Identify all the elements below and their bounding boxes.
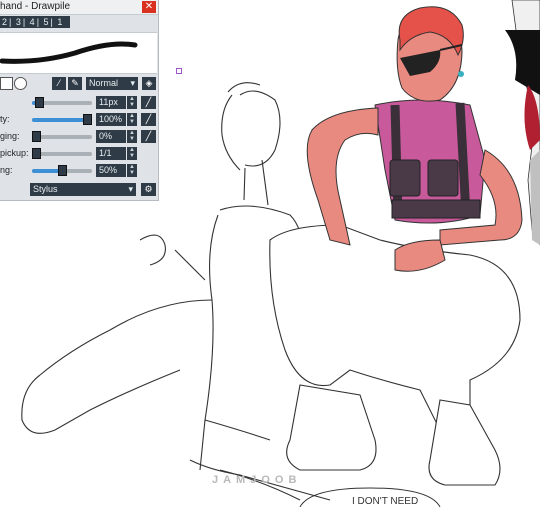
eyedropper-icon[interactable]: ⁄ bbox=[52, 77, 66, 90]
size-row: 11px ▲ ▼ ╱ bbox=[0, 95, 158, 111]
color-pickup-slider[interactable] bbox=[32, 148, 92, 159]
pen-pressure-icon[interactable]: ╱ bbox=[141, 130, 156, 143]
smudging-row: ging: 0% ▲ ▼ ╱ bbox=[0, 129, 158, 145]
cursor-indicator bbox=[176, 68, 182, 74]
brush-slot[interactable]: 2 bbox=[0, 16, 9, 28]
brush-slot-bar: 2| 3| 4| 5| 1 ✎ bbox=[0, 16, 70, 39]
color-pickup-label: pickup: bbox=[0, 148, 29, 158]
tool-settings-panel: hand - Drawpile ✕ 2| 3| 4| 5| 1 ✎ ⁄ ✎ No… bbox=[0, 0, 159, 201]
brush-slot[interactable]: 3 bbox=[14, 16, 23, 28]
brush-slot[interactable]: 5 bbox=[42, 16, 51, 28]
color-pickup-spinner[interactable]: ▲ ▼ bbox=[127, 147, 137, 160]
spacing-row: ng: 50% ▲ ▼ bbox=[0, 163, 158, 179]
opacity-slider[interactable] bbox=[32, 114, 92, 125]
opacity-label: ty: bbox=[0, 114, 10, 124]
blend-mode-select[interactable]: Normal bbox=[86, 77, 138, 90]
colored-character bbox=[269, 6, 523, 486]
pen-pressure-icon[interactable]: ╱ bbox=[141, 96, 156, 109]
brush-tool-row: ⁄ ✎ Normal ◈ bbox=[0, 76, 158, 92]
brush-stroke-preview bbox=[0, 32, 157, 74]
speech-text: I DON'T NEED bbox=[352, 496, 419, 507]
brush-slot[interactable]: 1 bbox=[55, 16, 64, 28]
spacing-slider[interactable] bbox=[32, 165, 92, 176]
smudging-label: ging: bbox=[0, 131, 20, 141]
spacing-label: ng: bbox=[0, 165, 13, 175]
size-value[interactable]: 11px bbox=[96, 96, 126, 109]
size-slider[interactable] bbox=[32, 97, 92, 108]
tablet-settings-icon[interactable]: ⚙ bbox=[141, 183, 156, 196]
color-pickup-row: pickup: 1/1 ▲ ▼ bbox=[0, 146, 158, 162]
square-brush-icon[interactable] bbox=[0, 77, 13, 90]
size-spinner[interactable]: ▲ ▼ bbox=[127, 96, 137, 109]
opacity-row: ty: 100% ▲ ▼ ╱ bbox=[0, 112, 158, 128]
spacing-value[interactable]: 50% bbox=[96, 164, 126, 177]
round-brush-icon[interactable] bbox=[14, 77, 27, 90]
input-device-select[interactable]: Stylus bbox=[30, 183, 136, 196]
opacity-value[interactable]: 100% bbox=[96, 113, 126, 126]
window-title: hand - Drawpile bbox=[0, 1, 71, 12]
window-titlebar[interactable]: hand - Drawpile ✕ bbox=[0, 0, 158, 15]
pen-pressure-icon[interactable]: ╱ bbox=[141, 113, 156, 126]
smudging-value[interactable]: 0% bbox=[96, 130, 126, 143]
opacity-spinner[interactable]: ▲ ▼ bbox=[127, 113, 137, 126]
watermark-text: JAMJOOB bbox=[212, 474, 302, 486]
brush-slot[interactable]: 4 bbox=[28, 16, 37, 28]
close-button[interactable]: ✕ bbox=[142, 1, 156, 13]
smudging-spinner[interactable]: ▲ ▼ bbox=[127, 130, 137, 143]
spacing-spinner[interactable]: ▲ ▼ bbox=[127, 164, 137, 177]
color-pickup-value[interactable]: 1/1 bbox=[96, 147, 126, 160]
stamp-icon[interactable]: ◈ bbox=[142, 77, 156, 90]
eraser-icon[interactable]: ✎ bbox=[68, 77, 82, 90]
smudging-slider[interactable] bbox=[32, 131, 92, 142]
